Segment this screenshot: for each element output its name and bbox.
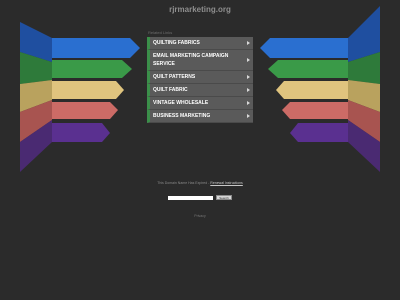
link-item-vintage-wholesale[interactable]: VINTAGE WHOLESALE bbox=[147, 97, 253, 110]
arrow-right-icon bbox=[247, 114, 250, 118]
link-label: QUILT FABRIC bbox=[153, 87, 188, 93]
link-item-quilt-fabric[interactable]: QUILT FABRIC bbox=[147, 84, 253, 97]
link-label: EMAIL MARKETING CAMPAIGN SERVICE bbox=[153, 53, 229, 67]
right-ribbon-red bbox=[282, 102, 348, 119]
right-ribbon-yellow bbox=[276, 81, 348, 99]
search-button[interactable]: Search bbox=[216, 195, 232, 200]
link-item-quilt-patterns[interactable]: QUILT PATTERNS bbox=[147, 71, 253, 84]
expired-notice-text: This Domain Name Has Expired - bbox=[157, 181, 211, 185]
renewal-instructions-link[interactable]: Renewal Instructions bbox=[210, 181, 243, 185]
related-links-list: QUILTING FABRICS EMAIL MARKETING CAMPAIG… bbox=[147, 37, 253, 123]
right-ribbon-purple bbox=[290, 123, 348, 142]
link-label: QUILTING FABRICS bbox=[153, 40, 200, 46]
link-item-quilting-fabrics[interactable]: QUILTING FABRICS bbox=[147, 37, 253, 50]
expired-notice: This Domain Name Has Expired - Renewal I… bbox=[0, 181, 400, 185]
link-item-email-marketing[interactable]: EMAIL MARKETING CAMPAIGN SERVICE bbox=[147, 50, 253, 71]
right-ribbon-green bbox=[268, 60, 348, 78]
link-label: QUILT PATTERNS bbox=[153, 74, 196, 80]
left-ribbon-green bbox=[52, 60, 132, 78]
related-links-label: Related Links bbox=[148, 30, 173, 35]
arrow-right-icon bbox=[247, 101, 250, 105]
left-ribbon-purple bbox=[52, 123, 110, 142]
arrow-right-icon bbox=[247, 75, 250, 79]
privacy-link[interactable]: Privacy bbox=[0, 214, 400, 218]
link-label: BUSINESS MARKETING bbox=[153, 113, 211, 119]
arrow-right-icon bbox=[247, 88, 250, 92]
left-ribbon-blue bbox=[52, 38, 140, 58]
arrow-right-icon bbox=[247, 41, 250, 45]
left-ribbon-red bbox=[52, 102, 118, 119]
search-input[interactable] bbox=[168, 195, 213, 200]
left-ribbon-yellow bbox=[52, 81, 124, 99]
arrow-right-icon bbox=[247, 58, 250, 62]
search-area: Search bbox=[168, 195, 232, 200]
site-title: rjrmarketing.org bbox=[169, 5, 231, 14]
link-label: VINTAGE WHOLESALE bbox=[153, 100, 209, 106]
link-item-business-marketing[interactable]: BUSINESS MARKETING bbox=[147, 110, 253, 123]
right-ribbon-blue bbox=[260, 38, 348, 58]
